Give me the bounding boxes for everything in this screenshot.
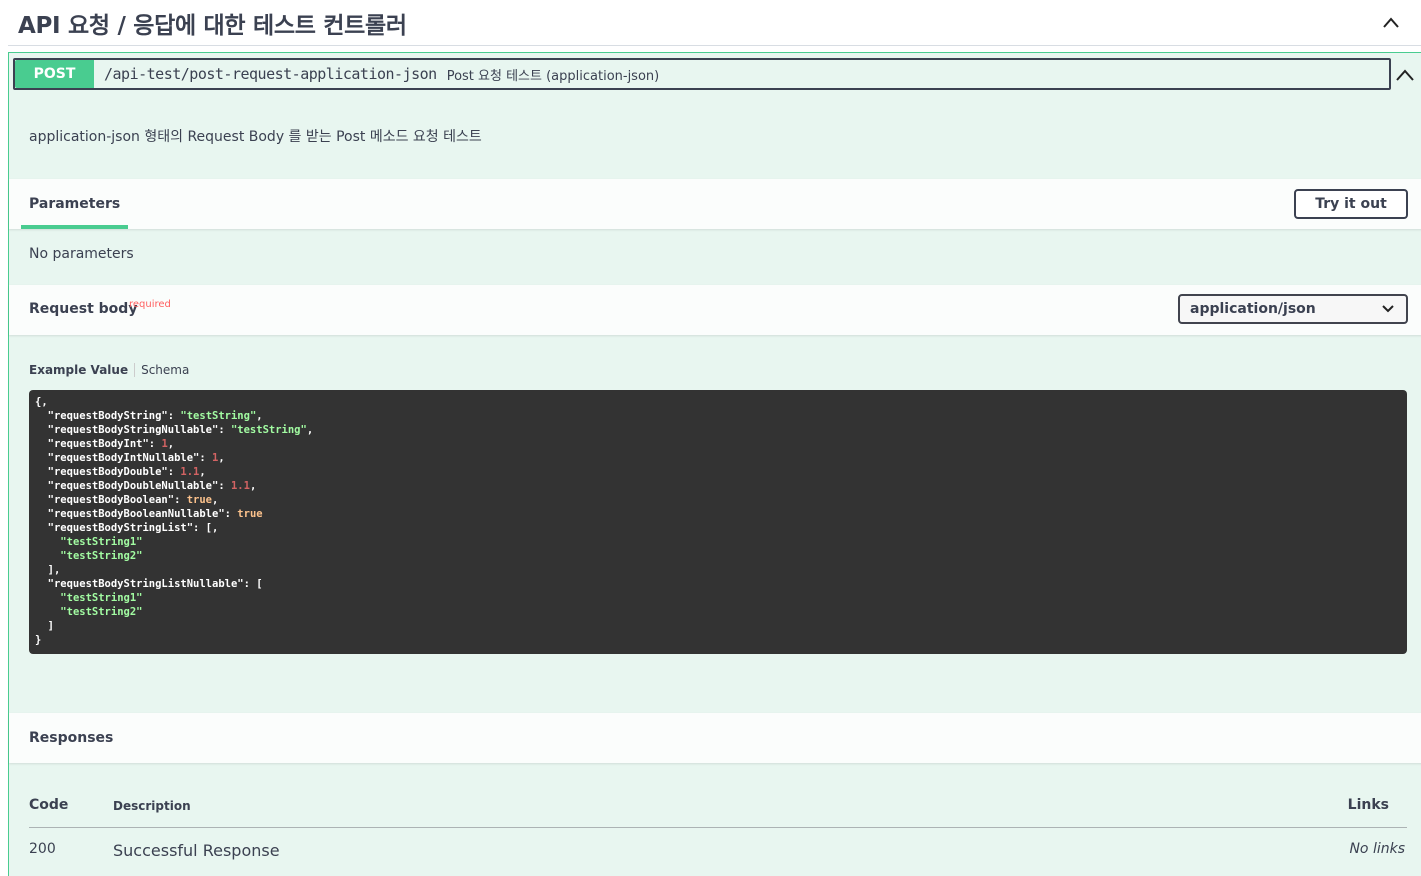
code-line: "requestBodyBooleanNullable": true <box>35 508 263 520</box>
tab-schema[interactable]: Schema <box>135 363 189 377</box>
try-it-out-button[interactable]: Try it out <box>1294 189 1408 219</box>
operation-description: application-json 형태의 Request Body 를 받는 P… <box>29 129 482 145</box>
code-line: "requestBodyString": "testString", <box>35 410 263 422</box>
tab-example-value[interactable]: Example Value <box>29 363 136 377</box>
code-line: {, <box>35 396 48 408</box>
code-line: "requestBodyBoolean": true, <box>35 494 219 506</box>
code-line: "testString2" <box>60 550 143 562</box>
operation-summary[interactable]: POST /api-test/post-request-application-… <box>13 58 1391 90</box>
operation-path: /api-test/post-request-application-json <box>104 65 437 83</box>
code-line: "requestBodyStringList": [, <box>35 522 219 534</box>
code-line: ], <box>35 564 61 576</box>
code-line: "requestBodyStringNullable": "testString… <box>35 424 314 436</box>
request-body-title: Request body <box>29 301 138 317</box>
responses-title: Responses <box>29 730 114 746</box>
code-line: ] <box>35 620 54 632</box>
response-code: 200 <box>29 841 56 857</box>
table-divider <box>29 827 1407 828</box>
code-line: "requestBodyInt": 1, <box>35 438 175 450</box>
tag-header[interactable]: API 요청 / 응답에 대한 테스트 컨트롤러 <box>8 0 1421 46</box>
code-line: "requestBodyIntNullable": 1, <box>35 452 225 464</box>
code-line: "requestBodyStringListNullable": [ <box>35 578 263 590</box>
content-type-select[interactable]: application/json <box>1178 294 1408 324</box>
responses-header: Responses <box>9 713 1421 763</box>
column-header-description: Description <box>113 799 191 813</box>
no-parameters-text: No parameters <box>29 246 134 262</box>
code-line: "testString2" <box>60 606 143 618</box>
required-label: required <box>129 299 171 310</box>
request-body-header: Request body required application/json <box>9 285 1421 335</box>
chevron-down-icon <box>1382 305 1394 313</box>
column-header-code: Code <box>29 797 69 813</box>
tab-parameters[interactable]: Parameters <box>21 179 129 229</box>
code-line: "testString1" <box>60 536 143 548</box>
tag-title[interactable]: API 요청 / 응답에 대한 테스트 컨트롤러 <box>8 6 407 40</box>
model-tabs: Example Value Schema <box>29 363 189 377</box>
operation-summary-text: Post 요청 테스트 (application-json) <box>446 68 660 84</box>
chevron-up-icon[interactable] <box>1395 68 1415 82</box>
code-line: } <box>35 634 42 646</box>
code-line: "requestBodyDoubleNullable": 1.1, <box>35 480 257 492</box>
content-type-value: application/json <box>1190 301 1316 317</box>
chevron-up-icon[interactable] <box>1381 13 1401 33</box>
operation-block-post: POST /api-test/post-request-application-… <box>8 52 1421 876</box>
response-links: No links <box>1349 841 1405 857</box>
response-description: Successful Response <box>113 841 280 860</box>
parameters-header: Parameters Try it out <box>9 179 1421 229</box>
code-line: "requestBodyDouble": 1.1, <box>35 466 206 478</box>
method-badge: POST <box>15 60 94 88</box>
column-header-links: Links <box>1347 797 1389 813</box>
example-value-code: {, "requestBodyString": "testString", "r… <box>29 390 1407 654</box>
code-line: "testString1" <box>60 592 143 604</box>
